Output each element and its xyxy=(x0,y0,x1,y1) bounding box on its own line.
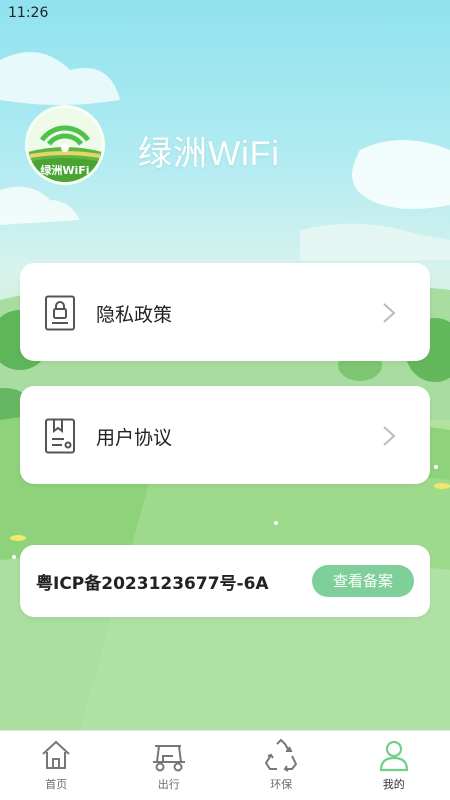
svg-text:绿洲WiFi: 绿洲WiFi xyxy=(40,163,89,177)
tab-travel[interactable]: 出行 xyxy=(113,731,226,800)
icp-number: 粤ICP备2023123677号-6A xyxy=(36,574,269,594)
tab-eco[interactable]: 环保 xyxy=(225,731,338,800)
privacy-policy-item[interactable]: 隐私政策 xyxy=(20,263,430,361)
user-icon xyxy=(379,740,408,772)
chevron-right-icon xyxy=(383,303,396,323)
recycle-icon xyxy=(265,738,298,772)
lock-document-icon xyxy=(45,295,75,331)
bottom-tab-bar: 首页 出行 环保 我的 xyxy=(0,730,450,800)
user-agreement-item[interactable]: 用户协议 xyxy=(20,386,430,484)
icp-card: 粤ICP备2023123677号-6A 查看备案 xyxy=(20,545,430,617)
view-icp-button[interactable]: 查看备案 xyxy=(312,565,414,597)
privacy-policy-label: 隐私政策 xyxy=(96,304,173,326)
tab-travel-label: 出行 xyxy=(157,778,180,791)
status-bar-time: 11:26 xyxy=(8,5,49,21)
user-agreement-label: 用户协议 xyxy=(96,427,173,449)
golf-cart-icon xyxy=(152,745,185,772)
tab-mine[interactable]: 我的 xyxy=(338,731,450,800)
home-icon xyxy=(42,740,70,769)
tab-mine-label: 我的 xyxy=(382,778,405,791)
chevron-right-icon xyxy=(383,426,396,446)
tab-eco-label: 环保 xyxy=(270,778,293,791)
agreement-document-icon xyxy=(45,418,75,454)
app-logo: 绿洲WiFi xyxy=(25,105,105,185)
app-name-title: 绿洲WiFi xyxy=(138,135,280,173)
tab-home-label: 首页 xyxy=(45,778,68,791)
wifi-logo-icon: 绿洲WiFi xyxy=(28,108,102,182)
tab-home[interactable]: 首页 xyxy=(0,731,113,800)
